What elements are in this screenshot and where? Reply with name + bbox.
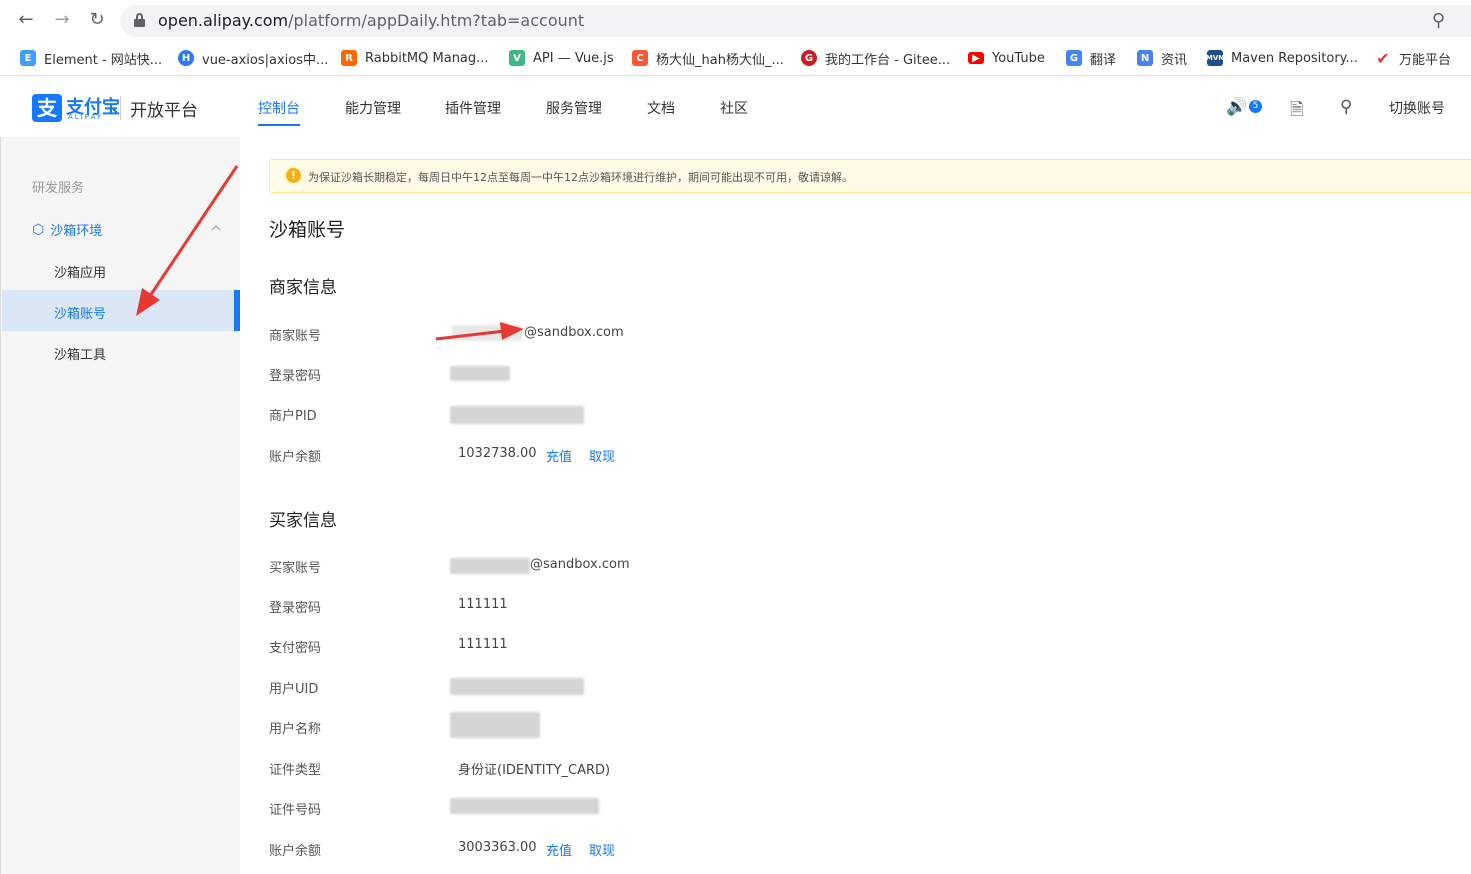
translate-icon: G xyxy=(1066,50,1082,66)
address-bar[interactable]: open.alipay.com/platform/appDaily.htm?ta… xyxy=(120,5,1471,37)
bookmark-rabbitmq[interactable]: R RabbitMQ Manag... xyxy=(341,48,489,68)
buyer-balance-value: 3003363.00 xyxy=(458,840,537,855)
redacted-buyer-name xyxy=(450,712,540,738)
h-icon: H xyxy=(178,50,194,66)
buyer-login-password-value: 111111 xyxy=(458,597,508,612)
warning-icon: ! xyxy=(286,168,301,183)
merchant-section-title: 商家信息 xyxy=(269,278,337,298)
merchant-pid-label: 商户PID xyxy=(269,409,317,424)
merchant-balance-value: 1032738.00 xyxy=(458,446,537,461)
redacted-merchant-account xyxy=(452,325,522,341)
nav-active-underline xyxy=(258,124,300,126)
buyer-id-type-value: 身份证(IDENTITY_CARD) xyxy=(458,763,611,778)
youtube-icon: ▶ xyxy=(968,52,984,64)
nav-docs[interactable]: 文档 xyxy=(647,98,675,118)
bookmark-maven[interactable]: MVN Maven Repository... xyxy=(1206,48,1358,68)
bookmark-vue-api[interactable]: V API — Vue.js xyxy=(509,48,614,68)
merchant-account-value: @sandbox.com xyxy=(524,325,624,340)
nav-community[interactable]: 社区 xyxy=(720,98,748,118)
page-title: 沙箱账号 xyxy=(269,219,346,241)
logo-subtext: ALIPAY xyxy=(68,113,104,121)
vue-icon: V xyxy=(509,50,525,66)
sidebar-active-indicator xyxy=(234,290,240,331)
nav-console[interactable]: 控制台 xyxy=(258,98,300,118)
buyer-account-value: @sandbox.com xyxy=(530,557,630,572)
bookmark-vue-axios[interactable]: Hvue-axios|axios中... xyxy=(178,48,328,68)
lock-icon xyxy=(134,13,145,27)
buyer-login-password-label: 登录密码 xyxy=(269,601,322,616)
bookmark-element[interactable]: E Element - 网站快... xyxy=(20,48,162,68)
merchant-recharge-link[interactable]: 充值 xyxy=(546,446,572,465)
buyer-withdraw-link[interactable]: 取现 xyxy=(589,840,615,859)
merchant-password-label: 登录密码 xyxy=(269,369,322,384)
sidebar-active-bg xyxy=(2,290,240,331)
chevron-up-icon[interactable] xyxy=(210,222,222,234)
reload-icon[interactable]: ↻ xyxy=(85,8,109,32)
alipay-logo-icon[interactable]: 支 xyxy=(32,94,62,122)
redacted-buyer-account xyxy=(450,558,530,574)
merchant-balance-label: 账户余额 xyxy=(269,450,322,465)
element-icon: E xyxy=(20,50,36,66)
redacted-merchant-password xyxy=(450,366,510,381)
buyer-recharge-link[interactable]: 充值 xyxy=(546,840,572,859)
switch-account-link[interactable]: 切换账号 xyxy=(1389,98,1445,118)
forward-icon[interactable]: → xyxy=(50,8,74,32)
bookmark-csdn[interactable]: C 杨大仙_hah杨大仙_... xyxy=(632,48,784,68)
platform-name: 开放平台 xyxy=(130,101,198,121)
bookmarks-bar: E Element - 网站快... Hvue-axios|axios中... R… xyxy=(0,40,1471,76)
back-icon[interactable]: ← xyxy=(14,8,38,32)
nav-capability[interactable]: 能力管理 xyxy=(345,98,401,118)
redacted-buyer-uid xyxy=(450,678,584,695)
buyer-uid-label: 用户UID xyxy=(269,682,319,697)
buyer-name-label: 用户名称 xyxy=(269,722,322,737)
redacted-merchant-pid xyxy=(450,406,584,424)
zoom-icon[interactable]: ⚲ xyxy=(1432,10,1445,31)
merchant-account-label: 商家账号 xyxy=(269,329,322,344)
sidebar-group-rd: 研发服务 xyxy=(32,181,85,196)
buyer-pay-password-label: 支付密码 xyxy=(269,641,322,656)
sidebar-section-label: 沙箱环境 xyxy=(50,224,103,239)
cube-icon: ⬡ xyxy=(32,221,45,238)
buyer-balance-label: 账户余额 xyxy=(269,844,322,859)
rabbitmq-icon: R xyxy=(341,50,357,66)
sidebar-item-sandbox-tools[interactable]: 沙箱工具 xyxy=(54,344,106,363)
sidebar-item-sandbox-app[interactable]: 沙箱应用 xyxy=(54,262,106,281)
buyer-account-label: 买家账号 xyxy=(269,561,322,576)
buyer-id-number-label: 证件号码 xyxy=(269,803,322,818)
bookmark-youtube[interactable]: ▶ YouTube xyxy=(968,48,1045,68)
bookmark-news[interactable]: N 资讯 xyxy=(1137,48,1187,68)
gitee-icon: G xyxy=(801,50,817,66)
sidebar-item-sandbox-account[interactable]: 沙箱账号 xyxy=(54,303,106,322)
search-icon[interactable]: ⚲ xyxy=(1340,97,1352,117)
buyer-section-title: 买家信息 xyxy=(269,511,337,531)
buyer-id-type-label: 证件类型 xyxy=(269,763,322,778)
maven-icon: MVN xyxy=(1206,50,1224,66)
speaker-icon[interactable]: 🔊 xyxy=(1226,97,1247,117)
merchant-withdraw-link[interactable]: 取现 xyxy=(589,446,615,465)
maintenance-notice: ! 为保证沙箱长期稳定，每周日中午12点至每周一中午12点沙箱环境进行维护，期间… xyxy=(269,159,1471,193)
bookmark-translate[interactable]: G 翻译 xyxy=(1066,48,1116,68)
csdn-icon: C xyxy=(632,50,648,66)
document-icon[interactable]: 🗎 xyxy=(1290,97,1304,126)
notification-badge: 5 xyxy=(1249,100,1262,113)
redacted-buyer-id-number xyxy=(450,798,599,814)
nav-service[interactable]: 服务管理 xyxy=(546,98,602,118)
nav-plugin[interactable]: 插件管理 xyxy=(445,98,501,118)
sidebar-section-sandbox[interactable]: ⬡ 沙箱环境 xyxy=(32,220,103,240)
buyer-pay-password-value: 111111 xyxy=(458,637,508,652)
logo-divider xyxy=(120,96,121,120)
notice-text: 为保证沙箱长期稳定，每周日中午12点至每周一中午12点沙箱环境进行维护，期间可能… xyxy=(308,171,853,184)
check-icon: ✔ xyxy=(1376,48,1390,68)
url-text: open.alipay.com/platform/appDaily.htm?ta… xyxy=(158,11,585,30)
sidebar xyxy=(0,137,240,874)
browser-toolbar: ← → ↻ open.alipay.com/platform/appDaily.… xyxy=(0,0,1471,40)
news-icon: N xyxy=(1137,50,1153,66)
bookmark-gitee[interactable]: G 我的工作台 - Gitee... xyxy=(801,48,950,68)
bookmark-wanneng[interactable]: ✔ 万能平台 xyxy=(1375,48,1451,68)
